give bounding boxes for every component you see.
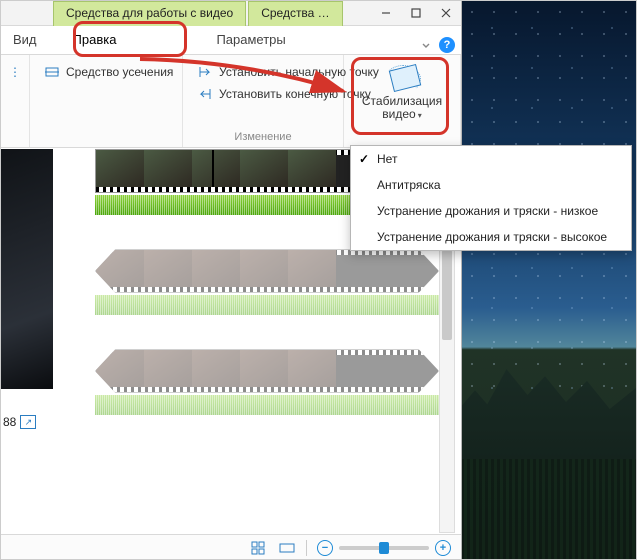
ribbon-collapse-chevron-icon[interactable] — [417, 36, 435, 54]
trim-icon — [44, 64, 60, 80]
menu-item-label: Устранение дрожания и тряски - низкое — [377, 204, 631, 218]
timestamp-display: 88 — [3, 415, 16, 429]
close-button[interactable] — [431, 1, 461, 25]
context-tab-video-tools[interactable]: Средства для работы с видео — [53, 1, 246, 26]
timeline-track-2[interactable] — [95, 249, 439, 315]
left-gutter: 88 ↗ — [1, 149, 53, 533]
tab-options[interactable]: Параметры — [210, 26, 291, 54]
stabilization-icon — [385, 65, 419, 93]
zoom-slider[interactable]: − + — [317, 540, 451, 556]
menu-item-label: Устранение дрожания и тряски - высокое — [377, 230, 631, 244]
menu-item-label: Нет — [377, 152, 631, 166]
dropdown-caret-icon: ▾ — [418, 111, 422, 120]
audio-waveform-2 — [95, 295, 439, 315]
status-bar: − + — [1, 534, 461, 560]
audio-waveform-3 — [95, 395, 439, 415]
ribbon-left-overflow[interactable]: ⋮ — [5, 61, 25, 83]
zoom-knob[interactable] — [379, 542, 389, 554]
ribbon-group-label-edit: Изменение — [193, 128, 333, 145]
zoom-in-button[interactable]: + — [435, 540, 451, 556]
menu-item-label: Антитряска — [377, 178, 631, 192]
maximize-button[interactable] — [401, 1, 431, 25]
zoom-track[interactable] — [339, 546, 429, 550]
minimize-button[interactable] — [371, 1, 401, 25]
menu-item-antishake[interactable]: Антитряска — [351, 172, 631, 198]
view-filmstrip-icon[interactable] — [278, 540, 296, 556]
window-controls — [371, 1, 461, 25]
timeline-track-3[interactable] — [95, 349, 439, 415]
expand-preview-icon[interactable]: ↗ — [20, 415, 36, 429]
help-button[interactable]: ? — [439, 37, 455, 53]
dots-icon: ⋮ — [9, 64, 21, 80]
screenshot-stage: Средства для работы с видео Средства … В… — [0, 0, 637, 560]
callout-arrow-icon — [135, 51, 355, 111]
context-tab-tools-2[interactable]: Средства … — [248, 1, 343, 26]
tab-edit[interactable]: Правка — [67, 26, 123, 54]
tab-view[interactable]: Вид — [7, 26, 43, 54]
zoom-out-button[interactable]: − — [317, 540, 333, 556]
playhead[interactable] — [212, 150, 214, 192]
view-thumbnails-icon[interactable] — [250, 540, 268, 556]
context-tab-strip: Средства для работы с видео Средства … — [1, 1, 461, 26]
video-stabilization-label: Стабилизация видео — [362, 94, 442, 121]
menu-item-wobble-low[interactable]: Устранение дрожания и тряски - низкое — [351, 198, 631, 224]
desktop-wallpaper — [461, 1, 636, 559]
menu-item-wobble-high[interactable]: Устранение дрожания и тряски - высокое — [351, 224, 631, 250]
scroll-thumb[interactable] — [442, 250, 452, 340]
video-stabilization-button[interactable]: Стабилизация видео▾ — [360, 61, 444, 143]
menu-item-none[interactable]: ✓ Нет — [351, 146, 631, 172]
stabilization-menu[interactable]: ✓ Нет Антитряска Устранение дрожания и т… — [350, 145, 632, 251]
check-icon: ✓ — [351, 152, 377, 166]
